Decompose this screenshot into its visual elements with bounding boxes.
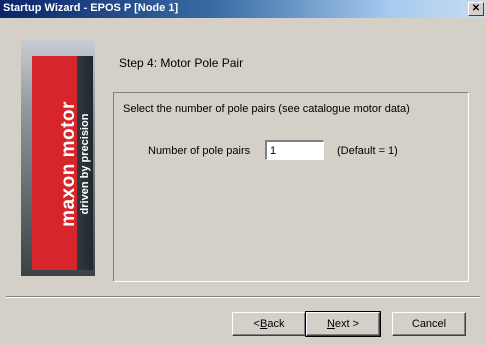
brand-banner: maxon motor driven by precision bbox=[21, 40, 95, 276]
back-button-rest: ack bbox=[267, 318, 285, 330]
pole-pairs-label: Number of pole pairs bbox=[148, 145, 251, 157]
pole-pairs-input[interactable] bbox=[265, 140, 324, 160]
next-button[interactable]: Next > bbox=[305, 311, 381, 337]
next-button-mnemonic: N bbox=[326, 318, 335, 330]
cancel-button[interactable]: Cancel bbox=[392, 312, 466, 336]
step-description: Select the number of pole pairs (see cat… bbox=[123, 103, 410, 115]
back-button[interactable]: < Back bbox=[232, 312, 306, 336]
separator bbox=[6, 296, 480, 298]
brand-tagline: driven by precision bbox=[79, 113, 91, 215]
default-note: (Default = 1) bbox=[337, 145, 398, 157]
title-bar[interactable]: Startup Wizard - EPOS P [Node 1] ✕ bbox=[0, 0, 486, 18]
next-button-rest: ext > bbox=[334, 318, 360, 330]
close-icon[interactable]: ✕ bbox=[468, 2, 484, 16]
step-panel: Select the number of pole pairs (see cat… bbox=[113, 92, 469, 282]
step-title: Step 4: Motor Pole Pair bbox=[119, 56, 244, 70]
back-button-mnemonic: B bbox=[259, 318, 268, 330]
window-title: Startup Wizard - EPOS P [Node 1] bbox=[3, 2, 179, 14]
brand-logo-text: maxon motor bbox=[58, 101, 79, 227]
